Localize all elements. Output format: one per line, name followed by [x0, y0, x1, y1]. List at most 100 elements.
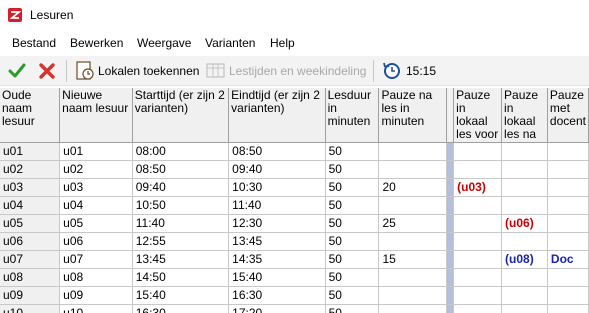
cell-oude-naam[interactable]: u06 — [0, 232, 61, 251]
cell-pauze-voor[interactable] — [453, 250, 503, 269]
cell-pauze[interactable] — [378, 196, 448, 215]
cell-pauze-voor[interactable] — [453, 232, 503, 251]
cell-eindtijd[interactable]: 09:40 — [228, 160, 326, 179]
cell-eindtijd[interactable]: 15:40 — [228, 268, 326, 287]
cell-pauze-na[interactable] — [501, 232, 548, 251]
cell-pauze-na[interactable] — [501, 304, 548, 313]
cell-pauze[interactable]: 15 — [378, 250, 448, 269]
cell-pauze-voor[interactable] — [453, 196, 503, 215]
confirm-button[interactable] — [8, 60, 28, 82]
cell-lesduur[interactable]: 50 — [325, 142, 380, 161]
cell-oude-naam[interactable]: u03 — [0, 178, 61, 197]
cell-pauze[interactable] — [378, 268, 448, 287]
cell-starttijd[interactable]: 13:45 — [132, 250, 230, 269]
menu-bestand[interactable]: Bestand — [12, 36, 56, 50]
cell-lesduur[interactable]: 50 — [325, 250, 380, 269]
cell-pauze-na[interactable] — [501, 286, 548, 305]
cell-pauze-voor[interactable] — [453, 160, 503, 179]
cell-pauze-docent[interactable] — [547, 232, 589, 251]
cell-oude-naam[interactable]: u01 — [0, 142, 61, 161]
cell-starttijd[interactable]: 14:50 — [132, 268, 230, 287]
cancel-button[interactable] — [38, 60, 58, 82]
cell-pauze-docent[interactable] — [547, 196, 589, 215]
col-header-eindtijd[interactable]: Eindtijd (er zijn 2 varianten) — [228, 88, 326, 143]
cell-nieuwe-naam[interactable]: u10 — [59, 304, 133, 313]
cell-oude-naam[interactable]: u07 — [0, 250, 61, 269]
cell-lesduur[interactable]: 50 — [325, 268, 380, 287]
menu-varianten[interactable]: Varianten — [205, 36, 255, 50]
cell-pauze-na[interactable]: (u08) — [501, 250, 548, 269]
cell-lesduur[interactable]: 50 — [325, 286, 380, 305]
cell-eindtijd[interactable]: 16:30 — [228, 286, 326, 305]
col-header-starttijd[interactable]: Starttijd (er zijn 2 varianten) — [132, 88, 230, 143]
col-header-pauze[interactable]: Pauze na les in minuten — [378, 88, 448, 143]
cell-pauze-na[interactable]: (u06) — [501, 214, 548, 233]
cell-starttijd[interactable]: 15:40 — [132, 286, 230, 305]
cell-oude-naam[interactable]: u08 — [0, 268, 61, 287]
col-header-pauze-voor[interactable]: Pauze in lokaal les voor — [453, 88, 503, 143]
cell-lesduur[interactable]: 50 — [325, 178, 380, 197]
cell-pauze-docent[interactable] — [547, 268, 589, 287]
cell-eindtijd[interactable]: 14:35 — [228, 250, 326, 269]
cell-oude-naam[interactable]: u10 — [0, 304, 61, 313]
cell-pauze-na[interactable] — [501, 142, 548, 161]
cell-pauze[interactable] — [378, 232, 448, 251]
cell-pauze[interactable]: 25 — [378, 214, 448, 233]
menu-help[interactable]: Help — [270, 36, 295, 50]
cell-nieuwe-naam[interactable]: u02 — [59, 160, 133, 179]
cell-nieuwe-naam[interactable]: u05 — [59, 214, 133, 233]
cell-oude-naam[interactable]: u02 — [0, 160, 61, 179]
menu-bewerken[interactable]: Bewerken — [70, 36, 123, 50]
cell-eindtijd[interactable]: 11:40 — [228, 196, 326, 215]
cell-pauze-docent[interactable] — [547, 304, 589, 313]
cell-starttijd[interactable]: 08:00 — [132, 142, 230, 161]
time-button[interactable]: 15:15 — [381, 60, 436, 82]
cell-pauze-docent[interactable] — [547, 214, 589, 233]
menu-weergave[interactable]: Weergave — [137, 36, 191, 50]
cell-nieuwe-naam[interactable]: u01 — [59, 142, 133, 161]
cell-eindtijd[interactable]: 17:20 — [228, 304, 326, 313]
cell-pauze[interactable] — [378, 304, 448, 313]
cell-eindtijd[interactable]: 12:30 — [228, 214, 326, 233]
cell-oude-naam[interactable]: u09 — [0, 286, 61, 305]
cell-oude-naam[interactable]: u04 — [0, 196, 61, 215]
cell-eindtijd[interactable]: 08:50 — [228, 142, 326, 161]
cell-pauze[interactable] — [378, 142, 448, 161]
cell-pauze-voor[interactable] — [453, 268, 503, 287]
cell-starttijd[interactable]: 12:55 — [132, 232, 230, 251]
cell-pauze-voor[interactable] — [453, 214, 503, 233]
cell-pauze-docent[interactable] — [547, 142, 589, 161]
cell-pauze-docent[interactable] — [547, 178, 589, 197]
cell-pauze-na[interactable] — [501, 196, 548, 215]
cell-starttijd[interactable]: 11:40 — [132, 214, 230, 233]
col-header-oude-naam[interactable]: Oude naam lesuur — [0, 88, 61, 143]
cell-nieuwe-naam[interactable]: u04 — [59, 196, 133, 215]
cell-pauze[interactable] — [378, 286, 448, 305]
cell-nieuwe-naam[interactable]: u07 — [59, 250, 133, 269]
cell-starttijd[interactable]: 10:50 — [132, 196, 230, 215]
cell-pauze[interactable]: 20 — [378, 178, 448, 197]
cell-eindtijd[interactable]: 13:45 — [228, 232, 326, 251]
cell-pauze[interactable] — [378, 160, 448, 179]
cell-pauze-docent[interactable]: Doc — [547, 250, 589, 269]
cell-starttijd[interactable]: 09:40 — [132, 178, 230, 197]
cell-pauze-voor[interactable] — [453, 286, 503, 305]
cell-pauze-voor[interactable]: (u03) — [453, 178, 503, 197]
cell-lesduur[interactable]: 50 — [325, 160, 380, 179]
cell-pauze-docent[interactable] — [547, 286, 589, 305]
cell-pauze-na[interactable] — [501, 268, 548, 287]
lokalen-toekennen-button[interactable]: Lokalen toekennen — [74, 60, 199, 82]
cell-lesduur[interactable]: 50 — [325, 214, 380, 233]
col-header-pauze-docent[interactable]: Pauze met docent — [547, 88, 589, 143]
cell-lesduur[interactable]: 50 — [325, 232, 380, 251]
cell-nieuwe-naam[interactable]: u06 — [59, 232, 133, 251]
col-header-pauze-na[interactable]: Pauze in lokaal les na — [501, 88, 548, 143]
cell-starttijd[interactable]: 08:50 — [132, 160, 230, 179]
cell-nieuwe-naam[interactable]: u03 — [59, 178, 133, 197]
cell-pauze-na[interactable] — [501, 178, 548, 197]
cell-nieuwe-naam[interactable]: u09 — [59, 286, 133, 305]
cell-pauze-voor[interactable] — [453, 304, 503, 313]
cell-eindtijd[interactable]: 10:30 — [228, 178, 326, 197]
col-header-lesduur[interactable]: Lesduur in minuten — [325, 88, 380, 143]
cell-oude-naam[interactable]: u05 — [0, 214, 61, 233]
